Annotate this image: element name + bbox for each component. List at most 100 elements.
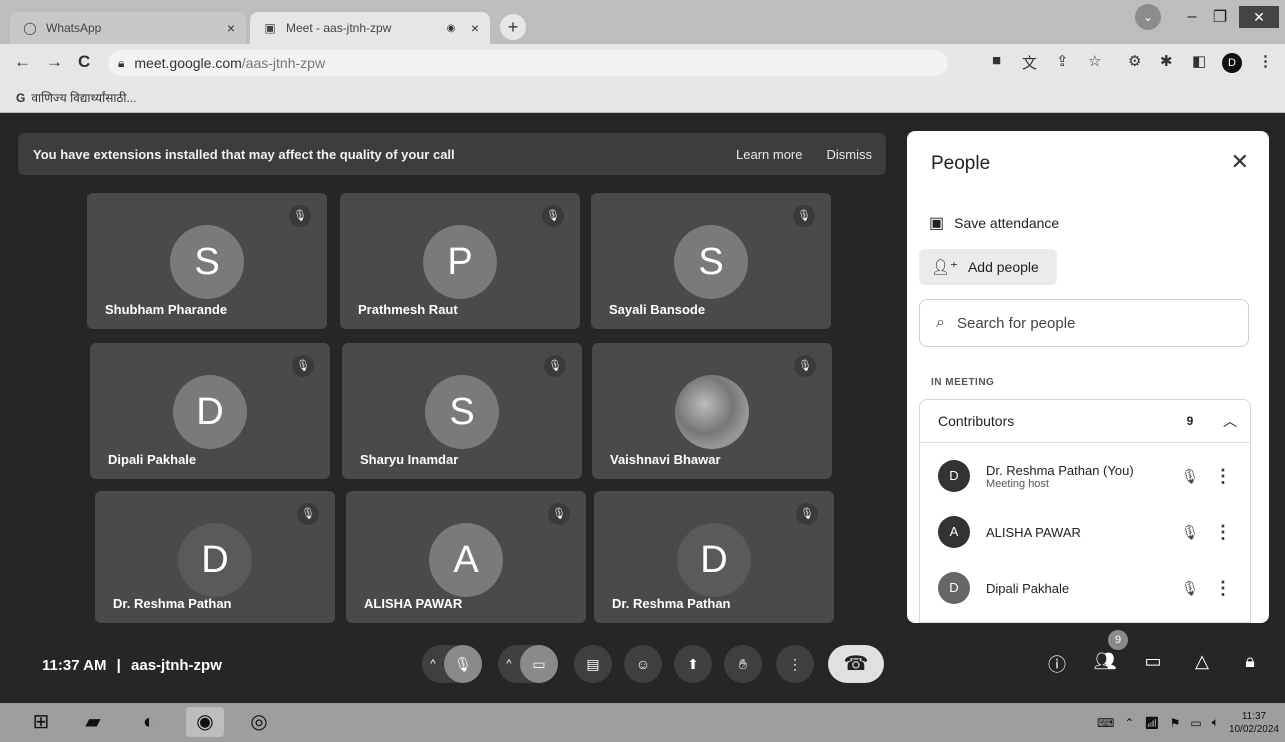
raise-hand-button[interactable]: ✋︎ [724,645,762,683]
mic-control: ^ 🎙︎ [422,645,482,683]
profile-avatar[interactable]: D [1222,53,1242,73]
menu-icon[interactable]: ⋮ [1258,52,1273,70]
tab-title: Meet - aas-jtnh-zpw [286,21,392,35]
network-icon[interactable]: 📶︎ [1144,716,1159,730]
lock-icon[interactable]: 🔒︎ [118,56,124,71]
extensions-warning-banner: You have extensions installed that may a… [18,133,886,175]
minimize-icon[interactable]: – [1183,8,1201,26]
clock-date: 10/02/2024 [1228,723,1279,735]
info-icon[interactable]: ⓘ [1045,651,1069,677]
participant-name: Sayali Bansode [609,302,706,317]
battery-icon[interactable]: ▭ [1190,716,1201,730]
activities-icon[interactable]: △ [1190,651,1214,672]
reload-icon[interactable]: C [78,52,90,72]
file-explorer-icon[interactable]: ▰ [74,707,112,737]
mic-off-icon[interactable]: 🎙︎ [1172,580,1208,597]
people-icon[interactable]: 👥︎ [1093,651,1117,672]
bookmark-star-icon[interactable]: ☆ [1088,52,1101,70]
taskbar-clock[interactable]: 11:37 10/02/2024 [1229,710,1279,736]
restore-icon[interactable]: ❐ [1211,7,1229,27]
avatar: S [170,225,244,299]
mic-off-icon: 🎙︎ [289,205,311,227]
mic-off-icon[interactable]: 🎙︎ [1172,468,1208,485]
tab-whatsapp[interactable]: ◯ WhatsApp × [10,12,246,44]
share-icon[interactable]: ⇪ [1056,52,1069,70]
section-label: IN MEETING [931,377,995,388]
search-people-input[interactable]: ⌕ Search for people [919,299,1249,347]
mic-off-icon[interactable]: 🎙︎ [444,645,482,683]
camera-off-icon[interactable]: ▭ [520,645,558,683]
camera-icon[interactable]: ■ [992,52,1001,69]
chevron-up-icon[interactable]: ⌃ [1124,716,1134,730]
host-controls-icon[interactable]: 🔒︎ [1238,651,1262,672]
meeting-code: aas-jtnh-zpw [131,657,222,674]
captions-button[interactable]: ▤ [574,645,612,683]
puzzle-icon[interactable]: ✱ [1160,52,1173,70]
tab-search-icon[interactable]: ⌄ [1135,4,1161,30]
participant-tile[interactable]: 🎙︎ A ALISHA PAWAR [346,491,586,623]
participant-name: Sharyu Inamdar [360,452,459,467]
app-icon[interactable]: ◐ [130,707,168,737]
app-icon[interactable]: ◎ [240,707,278,737]
save-attendance-label: Save attendance [954,215,1060,231]
participant-tile[interactable]: 🎙︎ P Prathmesh Raut [340,193,580,329]
chevron-up-icon[interactable]: ︿ [1210,411,1250,431]
close-tab-icon[interactable]: × [466,20,484,36]
tab-meet[interactable]: ▣ Meet - aas-jtnh-zpw ◉ × [250,12,490,44]
dismiss-button[interactable]: Dismiss [827,147,873,162]
emoji-button[interactable]: ☺ [624,645,662,683]
new-tab-button[interactable]: + [500,14,526,40]
participant-name: Dr. Reshma Pathan [113,596,232,611]
extension-icon[interactable]: ⚙ [1128,52,1141,70]
participant-tile[interactable]: 🎙︎ S Shubham Pharande [87,193,327,329]
participant-name: ALISHA PAWAR [364,596,463,611]
meeting-info: 11:37 AM | aas-jtnh-zpw [42,657,222,674]
url-bar[interactable]: 🔒︎ meet.google.com/aas-jtnh-zpw [108,50,948,76]
search-placeholder: Search for people [956,314,1076,332]
learn-more-link[interactable]: Learn more [736,147,802,162]
participant-tile[interactable]: 🎙︎ Vaishnavi Bhawar [592,343,832,479]
member-name: Dr. Reshma Pathan (You) [986,462,1134,478]
forward-icon[interactable]: → [46,52,63,72]
avatar: D [938,572,970,604]
participant-tile[interactable]: 🎙︎ S Sharyu Inamdar [342,343,582,479]
avatar: D [938,460,970,492]
end-call-icon: ☎︎ [843,653,869,675]
more-options-icon[interactable]: ⋮ [1208,578,1238,599]
url-host: meet.google.com [134,55,242,71]
contributors-header[interactable]: Contributors 9 ︿ [920,400,1250,443]
participant-tile[interactable]: 🎙︎ D Dipali Pakhale [90,343,330,479]
leave-call-button[interactable]: ☎︎ [828,645,884,683]
windows-start-icon[interactable]: ⊞ [22,707,60,737]
bookmark-item[interactable]: G वाणिज्य विद्यार्थ्यांसाठी... [16,89,137,106]
participant-tile[interactable]: 🎙︎ S Sayali Bansode [591,193,831,329]
close-window-icon[interactable]: ✕ [1239,6,1279,28]
side-panel-icon[interactable]: ◧ [1192,52,1206,70]
translate-icon[interactable]: 文 [1022,52,1037,73]
mic-off-icon: 🎙︎ [292,355,314,377]
add-people-button[interactable]: 👤︎⁺ Add people [919,249,1057,285]
more-options-icon[interactable]: ⋮ [1208,466,1238,487]
more-options-icon[interactable]: ⋮ [1208,522,1238,543]
chevron-up-icon[interactable]: ^ [498,645,520,683]
chat-icon[interactable]: ▭ [1141,651,1165,672]
close-tab-icon[interactable]: × [222,20,240,36]
whatsapp-icon: ◯ [23,21,37,35]
bookmarks-bar: G वाणिज्य विद्यार्थ्यांसाठी... [0,82,1285,113]
people-panel: People ✕ ▣ Save attendance 👤︎⁺ Add peopl… [907,131,1269,623]
close-panel-icon[interactable]: ✕ [1231,149,1249,175]
save-attendance-button[interactable]: ▣ Save attendance [929,213,1059,233]
member-role: Meeting host [986,477,1049,490]
chrome-icon[interactable]: ◉ [186,707,224,737]
more-options-button[interactable]: ⋮ [776,645,814,683]
present-button[interactable]: ⬆ [674,645,712,683]
volume-icon[interactable]: 🔈︎ [1212,715,1219,730]
mic-off-icon[interactable]: 🎙︎ [1172,524,1208,541]
participant-tile[interactable]: 🎙︎ D Dr. Reshma Pathan [95,491,335,623]
back-icon[interactable]: ← [14,52,31,72]
flag-icon[interactable]: ⚑ [1170,716,1181,730]
keyboard-icon[interactable]: ⌨ [1097,716,1114,730]
mic-off-icon: 🎙︎ [794,355,816,377]
participant-tile[interactable]: 🎙︎ D Dr. Reshma Pathan [594,491,834,623]
chevron-up-icon[interactable]: ^ [422,645,444,683]
